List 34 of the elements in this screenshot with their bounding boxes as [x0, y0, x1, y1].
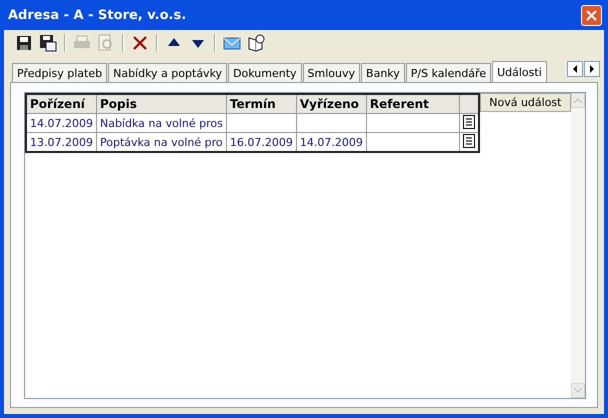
book-clock-icon [247, 34, 265, 52]
column-header[interactable]: Vyřízeno [296, 94, 366, 114]
right-arrow-icon [589, 65, 595, 73]
toolbar-button[interactable] [14, 33, 34, 53]
delete-icon [131, 34, 149, 52]
tab[interactable]: P/S kalendáře [406, 63, 492, 82]
left-arrow-icon [572, 65, 578, 73]
new-event-button[interactable]: Nová událost [480, 93, 571, 112]
tab[interactable]: Banky [361, 63, 405, 82]
tab[interactable]: Události [492, 61, 547, 82]
table-cell: 14.07.2009 [26, 114, 96, 132]
close-icon [586, 10, 597, 20]
tab[interactable]: Smlouvy [302, 63, 360, 82]
floppy-disk-card-icon [39, 34, 57, 52]
scroll-left-button[interactable] [567, 61, 583, 77]
table-cell: Nabídka na volné pros [96, 114, 226, 132]
close-button[interactable] [581, 4, 602, 26]
document-icon [462, 114, 475, 128]
table-cell [296, 114, 366, 132]
document-icon [462, 134, 475, 148]
column-header [459, 94, 480, 114]
column-header[interactable]: Referent [366, 94, 460, 114]
column-header[interactable]: Termín [226, 94, 296, 114]
toolbar-button[interactable] [38, 33, 58, 53]
tab[interactable]: Předpisy plateb [12, 63, 108, 82]
toolbar-button[interactable] [246, 33, 266, 53]
tab[interactable]: Dokumenty [228, 63, 302, 82]
scrollbar[interactable] [570, 93, 586, 398]
scroll-right-button[interactable] [584, 61, 600, 77]
window-title: Adresa - A - Store, v.o.s. [8, 8, 186, 22]
table-cell [226, 114, 296, 132]
column-header[interactable]: Popis [96, 94, 226, 114]
column-header[interactable]: Pořízení [26, 94, 96, 114]
tab[interactable]: Nabídky a poptávky [108, 63, 228, 82]
